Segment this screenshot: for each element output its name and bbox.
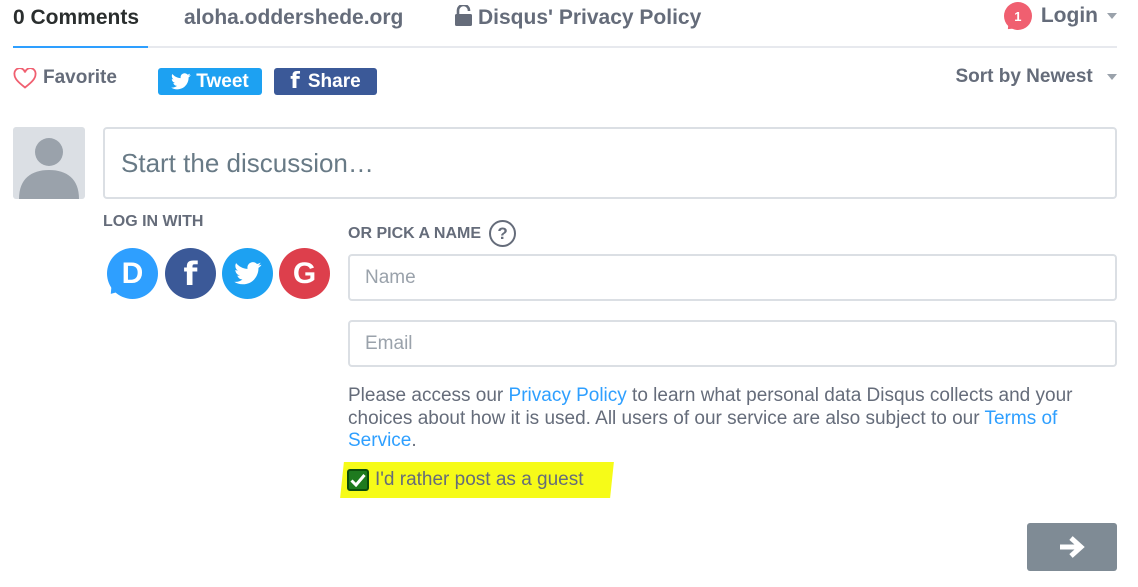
tab-privacy-policy[interactable]: Disqus' Privacy Policy xyxy=(455,4,701,32)
sort-label: Sort by Newest xyxy=(955,66,1093,87)
heart-icon xyxy=(13,67,37,89)
favorite-button[interactable]: Favorite xyxy=(13,67,117,89)
disqus-icon[interactable]: D xyxy=(107,248,158,299)
sort-dropdown[interactable]: Sort by Newest xyxy=(955,66,1117,88)
notification-badge[interactable]: 1 xyxy=(1003,2,1032,30)
twitter-bird-icon xyxy=(233,262,261,285)
chevron-down-icon xyxy=(1107,13,1117,19)
active-tab-indicator xyxy=(13,46,148,48)
login-with-label: LOG IN WITH xyxy=(103,213,204,230)
tab-community[interactable]: aloha.oddershede.org xyxy=(184,4,403,32)
privacy-text-1: Please access our xyxy=(348,385,509,406)
comment-placeholder: Start the discussion… xyxy=(121,147,374,178)
email-field[interactable] xyxy=(348,320,1117,367)
login-menu[interactable]: 1 Login xyxy=(1003,2,1117,30)
twitter-icon[interactable] xyxy=(222,248,273,299)
top-nav: 0 Comments aloha.oddershede.org Disqus' … xyxy=(13,0,1117,48)
privacy-tab-label: Disqus' Privacy Policy xyxy=(478,6,702,29)
guest-highlight: I'd rather post as a guest xyxy=(340,462,614,498)
twitter-bird-icon xyxy=(171,73,191,90)
tweet-label: Tweet xyxy=(196,70,249,92)
facebook-glyph: f xyxy=(183,254,198,293)
privacy-policy-link[interactable]: Privacy Policy xyxy=(509,385,627,406)
facebook-icon[interactable]: f xyxy=(165,248,216,299)
privacy-text-3: . xyxy=(411,430,417,451)
chevron-down-icon xyxy=(1107,73,1117,80)
name-field[interactable] xyxy=(348,254,1117,301)
guest-checkbox[interactable] xyxy=(347,469,369,491)
arrow-right-icon xyxy=(1060,536,1085,558)
google-icon[interactable]: G xyxy=(279,248,330,299)
facebook-share-button[interactable]: f Share xyxy=(274,68,377,95)
privacy-notice: Please access our Privacy Policy to lear… xyxy=(348,385,1108,453)
comment-textbox[interactable]: Start the discussion… xyxy=(103,127,1117,199)
tab-comments[interactable]: 0 Comments xyxy=(13,4,139,32)
login-label: Login xyxy=(1040,4,1098,27)
avatar xyxy=(13,127,85,199)
pick-name-label: OR PICK A NAME ? xyxy=(348,220,517,247)
google-glyph: G xyxy=(292,256,317,290)
help-icon[interactable]: ? xyxy=(489,220,517,247)
pick-name-text: OR PICK A NAME xyxy=(348,224,482,242)
guest-checkbox-label: I'd rather post as a guest xyxy=(375,469,584,490)
guest-checkbox-row[interactable]: I'd rather post as a guest xyxy=(347,469,584,491)
favorite-label: Favorite xyxy=(43,67,117,88)
facebook-icon: f xyxy=(290,68,300,94)
share-label: Share xyxy=(307,70,361,92)
disqus-glyph: D xyxy=(121,256,144,290)
checkmark-icon xyxy=(350,474,366,487)
tweet-button[interactable]: Tweet xyxy=(158,68,262,95)
user-silhouette-icon xyxy=(19,138,79,199)
submit-button[interactable] xyxy=(1027,523,1117,571)
lock-icon xyxy=(455,5,472,26)
